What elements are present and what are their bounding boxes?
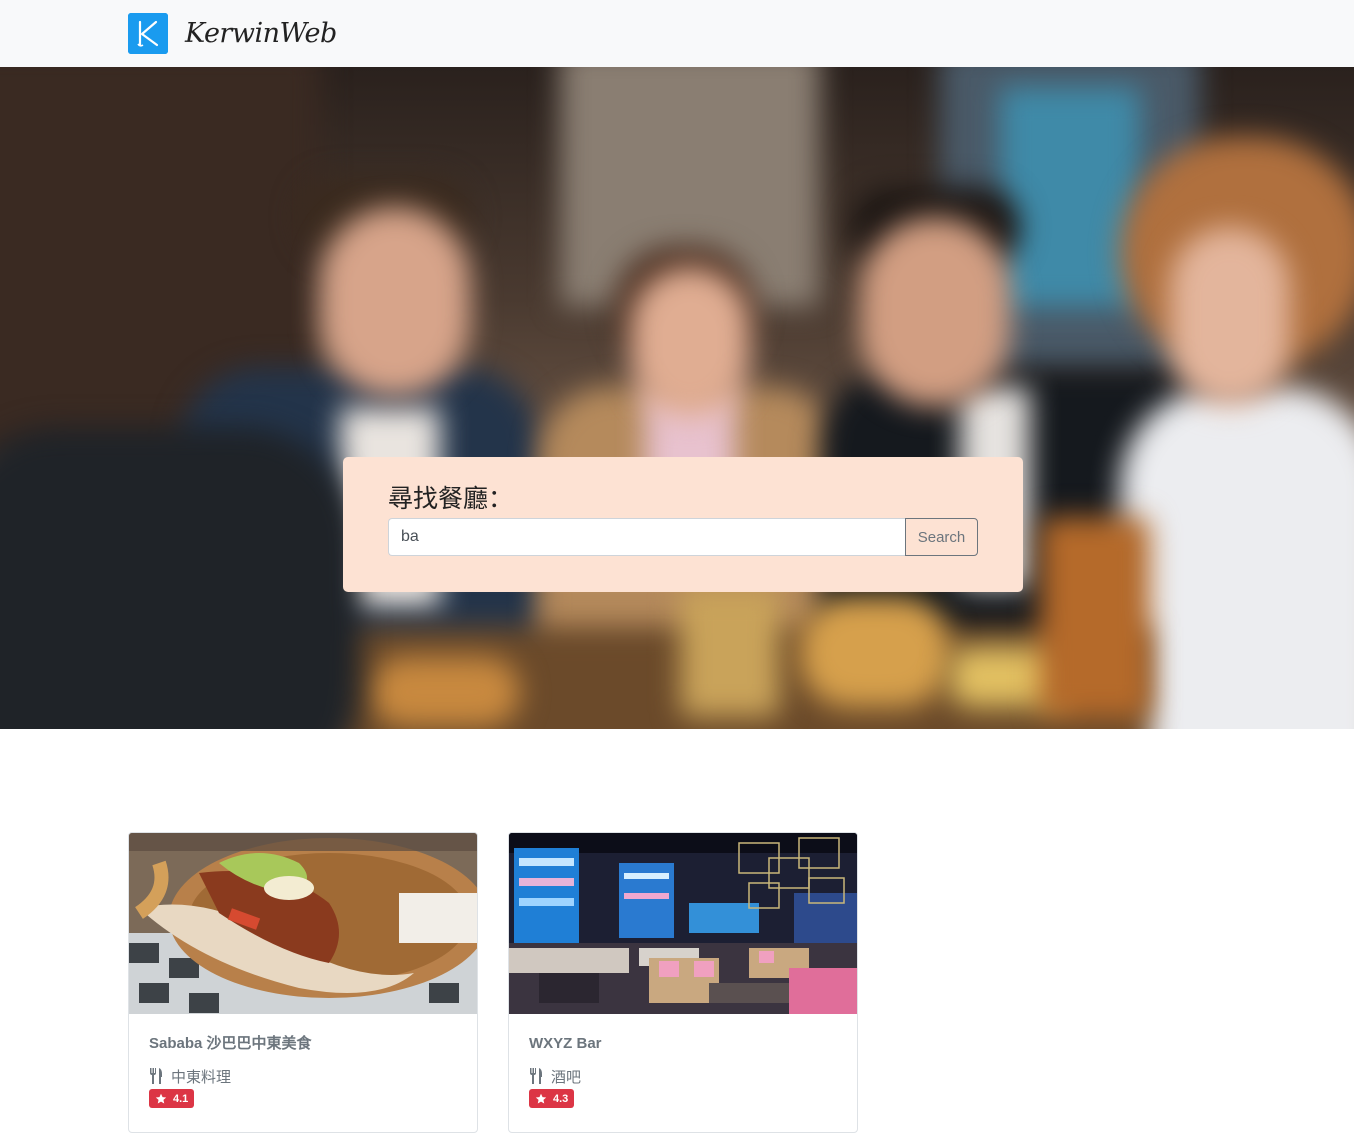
restaurant-card-body: Sababa 沙巴巴中東美食 中東料理 4.1	[149, 1033, 457, 1109]
search-input[interactable]	[388, 518, 906, 556]
search-title: 尋找餐廳：	[388, 484, 514, 513]
restaurant-name[interactable]: WXYZ Bar	[529, 1033, 837, 1057]
star-icon	[155, 1093, 167, 1103]
restaurant-image	[129, 833, 477, 1014]
restaurant-category: 中東料理	[149, 1065, 457, 1087]
navbar: KerwinWeb	[0, 0, 1354, 67]
restaurant-category-label: 中東料理	[171, 1068, 232, 1086]
rating-value: 4.3	[553, 1092, 569, 1105]
restaurant-name[interactable]: Sababa 沙巴巴中東美食	[149, 1033, 457, 1057]
utensils-icon	[150, 1068, 162, 1084]
hero-banner	[0, 67, 1354, 729]
restaurant-card[interactable]: WXYZ Bar 酒吧 4.3	[508, 832, 858, 1133]
rating-value: 4.1	[173, 1092, 189, 1105]
restaurant-category: 酒吧	[529, 1065, 837, 1087]
utensils-icon	[530, 1068, 542, 1084]
star-icon	[535, 1093, 547, 1103]
search-panel: 尋找餐廳： Search	[343, 457, 1023, 592]
restaurant-card-body: WXYZ Bar 酒吧 4.3	[529, 1033, 837, 1109]
rating-badge: 4.3	[529, 1089, 575, 1108]
restaurant-image	[509, 833, 857, 1014]
logo-icon	[128, 13, 168, 54]
brand-name: KerwinWeb	[185, 18, 337, 49]
rating-badge: 4.1	[149, 1089, 195, 1108]
search-button[interactable]: Search	[905, 518, 978, 556]
restaurant-category-label: 酒吧	[551, 1068, 582, 1086]
brand-link[interactable]: KerwinWeb	[128, 13, 337, 54]
restaurant-card[interactable]: Sababa 沙巴巴中東美食 中東料理 4.1	[128, 832, 478, 1133]
